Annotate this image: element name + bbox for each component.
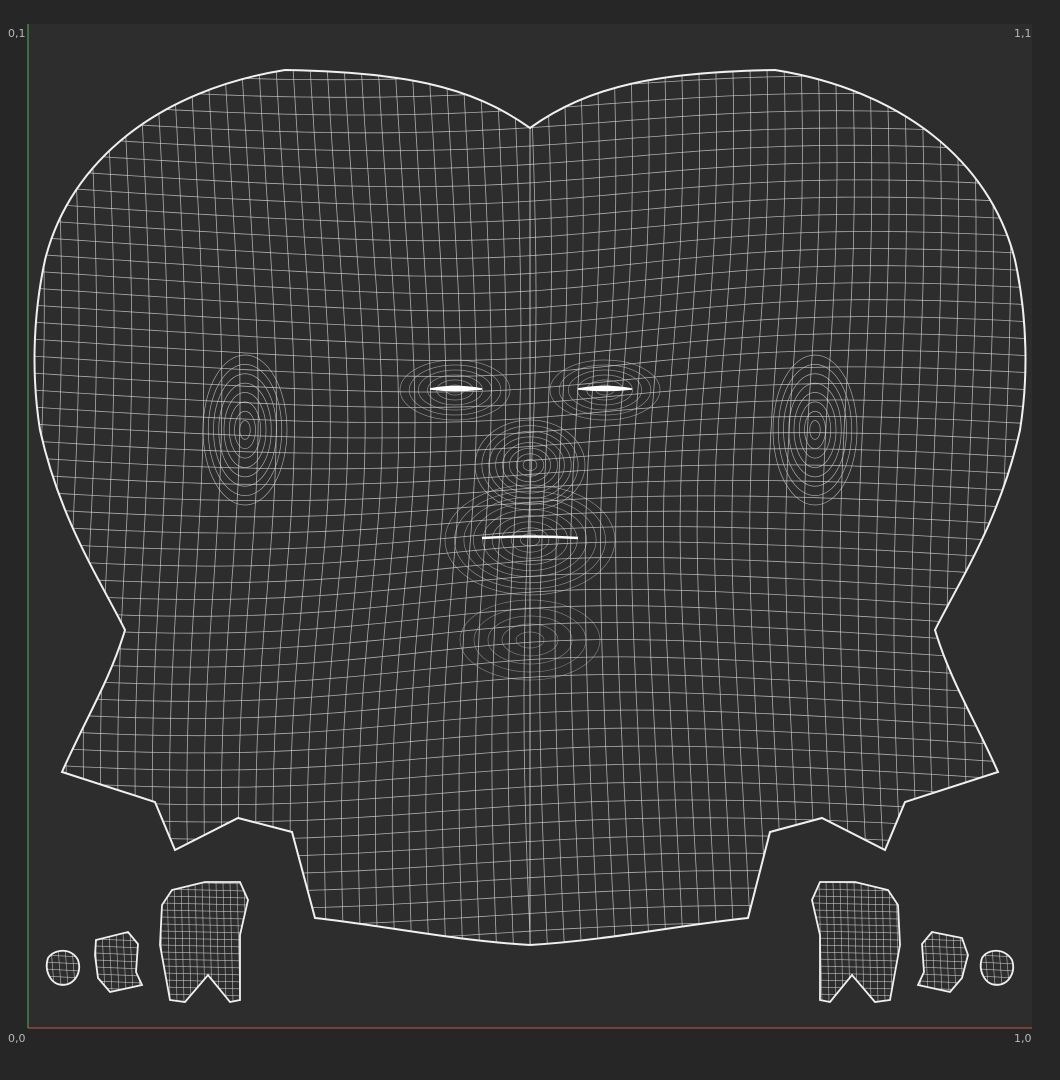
uv-wireframe[interactable]: [0, 0, 1060, 1080]
right-ear-outer-island[interactable]: [811, 881, 901, 1003]
uv-editor-viewport[interactable]: 0,1 1,1 0,0 1,0: [0, 0, 1060, 1080]
uv-corner-label-bottom-right: 1,0: [1014, 1032, 1032, 1045]
right-ear-small-island[interactable]: [978, 948, 1016, 986]
uv-corner-label-bottom-left: 0,0: [8, 1032, 26, 1045]
head-shell-island[interactable]: [15, 42, 1046, 970]
right-ear-mid-island[interactable]: [916, 931, 970, 993]
left-ear-mid-island[interactable]: [94, 930, 144, 993]
uv-corner-label-top-right: 1,1: [1014, 27, 1032, 40]
left-ear-outer-island[interactable]: [159, 881, 249, 1003]
uv-corner-label-top-left: 0,1: [8, 27, 26, 40]
left-ear-small-island[interactable]: [44, 948, 82, 986]
